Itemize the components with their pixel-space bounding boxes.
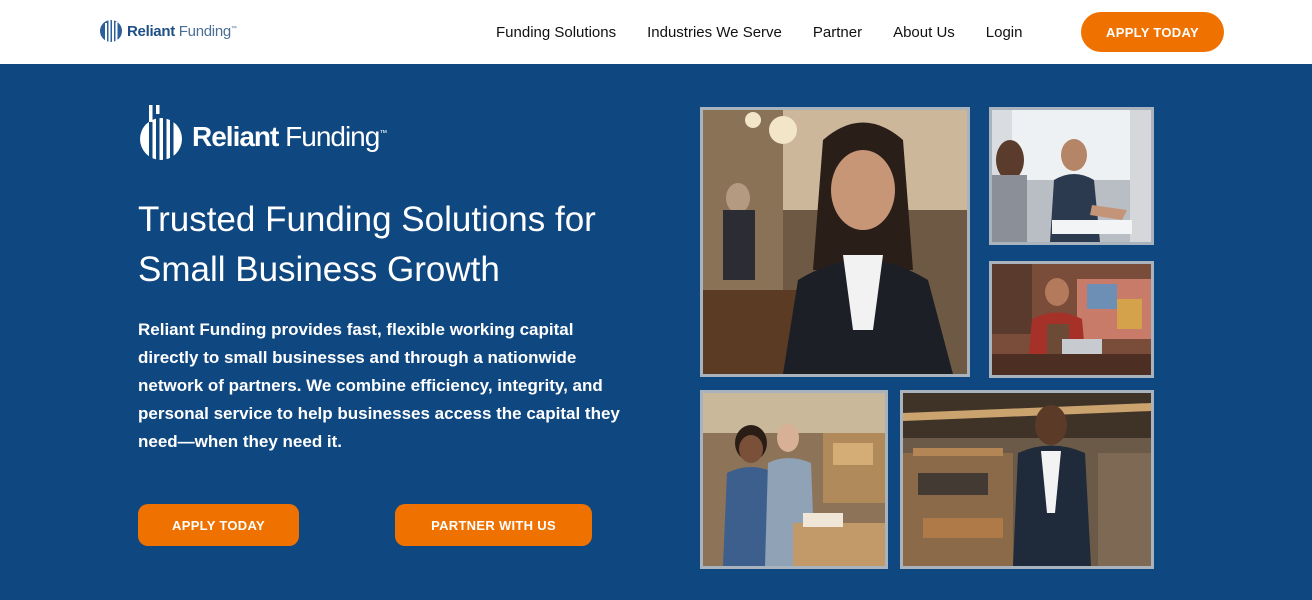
partner-with-us-button[interactable]: PARTNER WITH US [395,504,592,546]
hero-description: Reliant Funding provides fast, flexible … [138,320,620,451]
hero-title: Trusted Funding Solutions for Small Busi… [138,200,596,289]
photo-handshake-office [989,107,1154,245]
nav-link-funding-solutions[interactable]: Funding Solutions [496,24,616,41]
photo-businesswoman-courtroom [700,107,970,377]
building-logo-icon [99,14,123,49]
hero-logo-text: Reliant Funding™ [192,120,387,152]
nav-link-about-us[interactable]: About Us [893,24,955,41]
nav-logo[interactable]: Reliant Funding™ [99,14,237,49]
photo-couple-warehouse [700,390,888,569]
hero-logo: Reliant Funding™ [138,105,387,168]
photo-shop-owner-tablet [989,261,1154,378]
nav-logo-text: Reliant Funding™ [127,23,237,40]
nav-links: Funding Solutions Industries We Serve Pa… [496,0,1053,64]
building-logo-icon [138,105,184,168]
photo-businessman-workshop [900,390,1154,569]
top-navigation: Reliant Funding™ Funding Solutions Indus… [0,0,1312,64]
nav-apply-today-button[interactable]: APPLY TODAY [1081,12,1224,52]
nav-link-industries[interactable]: Industries We Serve [647,24,782,41]
nav-link-partner[interactable]: Partner [813,24,862,41]
apply-today-button[interactable]: APPLY TODAY [138,504,299,546]
nav-link-login[interactable]: Login [986,24,1023,41]
